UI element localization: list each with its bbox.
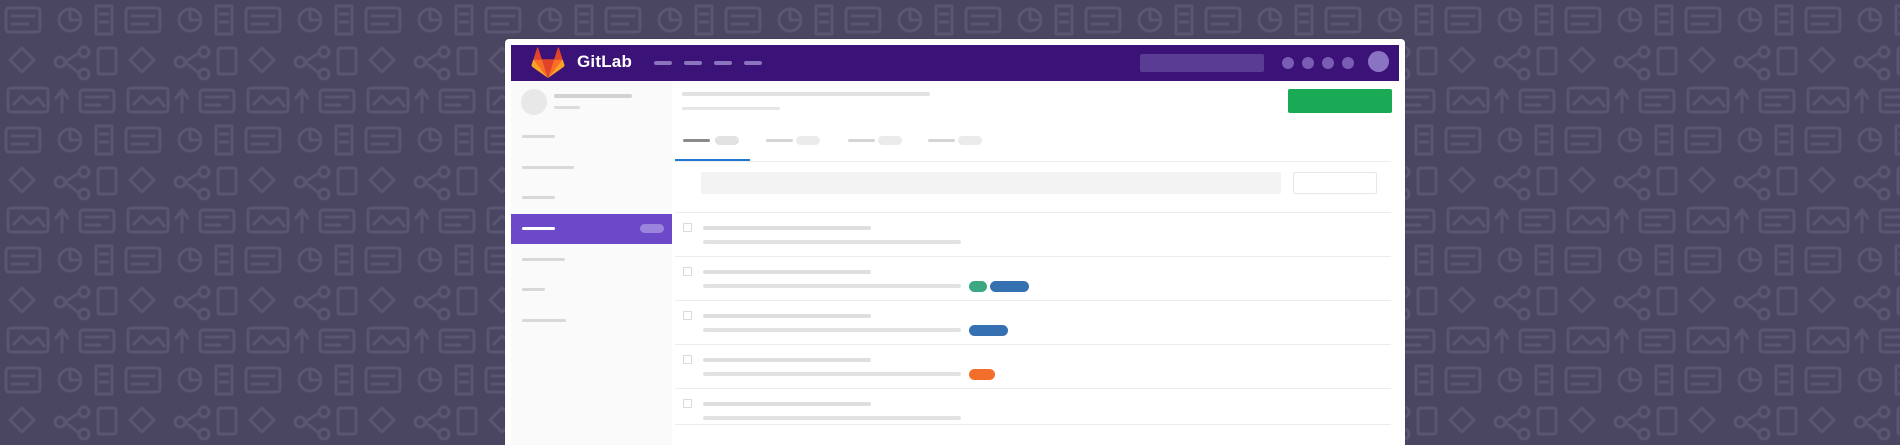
sidebar-item-label [522, 196, 555, 199]
merge-requests-icon[interactable] [1322, 57, 1334, 69]
issue-row[interactable] [675, 212, 1391, 256]
filter-search-input[interactable] [701, 172, 1281, 194]
user-avatar-icon[interactable] [1368, 51, 1389, 72]
tab-count-badge [878, 136, 902, 145]
issue-title[interactable] [703, 226, 871, 230]
app-window: GitLab [505, 39, 1405, 445]
issue-label-badge[interactable] [969, 369, 995, 380]
issue-label-badge[interactable] [969, 281, 987, 292]
project-namespace [554, 106, 580, 109]
sidebar-item-label [522, 227, 555, 230]
tab-open[interactable] [675, 129, 750, 155]
sidebar-item-wiki[interactable] [511, 306, 672, 336]
tab-all[interactable] [920, 129, 988, 155]
tab-count-badge [796, 136, 820, 145]
search-input[interactable] [1140, 54, 1264, 72]
todos-icon[interactable] [1342, 57, 1354, 69]
project-sidebar [511, 81, 672, 445]
tab-count-badge [958, 136, 982, 145]
issue-list-bottom-border [675, 424, 1391, 425]
nav-item-more[interactable] [744, 61, 762, 65]
tab-merged[interactable] [840, 129, 908, 155]
issue-checkbox[interactable] [683, 267, 692, 276]
issue-title[interactable] [703, 402, 871, 406]
issue-title[interactable] [703, 358, 871, 362]
issue-row[interactable] [675, 388, 1391, 432]
main-content [672, 81, 1399, 445]
sidebar-item-label [522, 166, 574, 169]
tab-label [928, 139, 955, 142]
issue-row[interactable] [675, 344, 1391, 388]
project-avatar-icon [521, 89, 547, 115]
issues-icon[interactable] [1302, 57, 1314, 69]
top-navbar: GitLab [511, 45, 1399, 81]
nav-item-groups[interactable] [684, 61, 702, 65]
nav-item-activity[interactable] [714, 61, 732, 65]
issue-title[interactable] [703, 314, 871, 318]
page-title [682, 107, 780, 110]
breadcrumb[interactable] [682, 92, 930, 96]
tab-closed[interactable] [758, 129, 826, 155]
issue-meta [703, 372, 961, 376]
sidebar-item-label [522, 319, 566, 322]
sidebar-item-ci-cd[interactable] [511, 275, 672, 305]
tab-label [683, 139, 710, 142]
tab-label [766, 139, 793, 142]
issue-checkbox[interactable] [683, 223, 692, 232]
tab-label [848, 139, 875, 142]
issue-meta [703, 284, 961, 288]
new-issue-button[interactable] [1288, 89, 1392, 113]
sidebar-item-merge-requests[interactable] [511, 245, 672, 275]
issue-checkbox[interactable] [683, 355, 692, 364]
gitlab-logo-icon[interactable] [531, 47, 565, 79]
sidebar-item-repository[interactable] [511, 153, 672, 183]
tabs-divider [675, 161, 1391, 162]
tab-count-badge [715, 136, 739, 145]
issue-row[interactable] [675, 256, 1391, 300]
plus-icon[interactable] [1282, 57, 1294, 69]
issues-count-badge [640, 224, 664, 233]
issue-meta [703, 240, 961, 244]
brand-name[interactable]: GitLab [577, 52, 632, 72]
sidebar-item-label [522, 288, 545, 291]
sort-dropdown[interactable] [1293, 172, 1377, 194]
project-name[interactable] [554, 94, 632, 98]
sidebar-item-issues[interactable] [511, 214, 672, 244]
issue-row[interactable] [675, 300, 1391, 344]
issue-checkbox[interactable] [683, 311, 692, 320]
sidebar-item-label [522, 258, 565, 261]
sidebar-item-label [522, 135, 555, 138]
sidebar-item-registry[interactable] [511, 183, 672, 213]
issue-meta [703, 416, 961, 420]
nav-item-projects[interactable] [654, 61, 672, 65]
issue-title[interactable] [703, 270, 871, 274]
issue-checkbox[interactable] [683, 399, 692, 408]
issue-label-badge[interactable] [990, 281, 1029, 292]
issue-label-badge[interactable] [969, 325, 1008, 336]
issue-meta [703, 328, 961, 332]
sidebar-item-project[interactable] [511, 122, 672, 152]
